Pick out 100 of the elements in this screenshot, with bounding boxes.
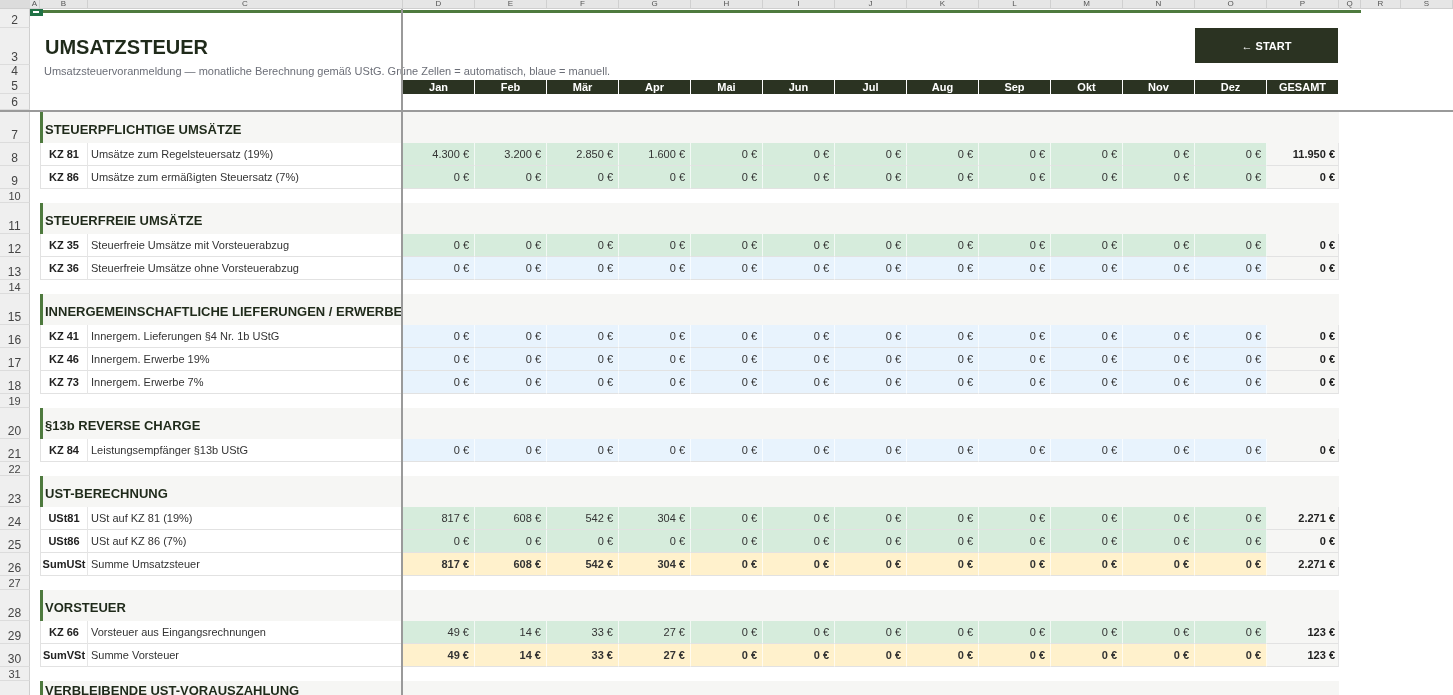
column-header[interactable]: O <box>1195 0 1267 8</box>
column-header[interactable]: B <box>40 0 88 8</box>
column-header[interactable]: A <box>30 0 40 8</box>
row-number[interactable]: 28 <box>0 590 30 621</box>
row-number[interactable]: 18 <box>0 371 30 394</box>
value-cell: 0 € <box>403 371 475 394</box>
total-cell: 0 € <box>1267 257 1339 280</box>
row-number[interactable]: 21 <box>0 439 30 462</box>
code-cell: KZ 66 <box>40 621 88 644</box>
value-cell: 0 € <box>1195 371 1267 394</box>
value-cell: 0 € <box>691 348 763 371</box>
column-header[interactable]: F <box>547 0 619 8</box>
row-number[interactable]: 22 <box>0 462 30 476</box>
column-header[interactable]: P <box>1267 0 1339 8</box>
value-cell: 0 € <box>835 143 907 166</box>
column-header[interactable]: S <box>1401 0 1453 8</box>
column-header[interactable]: K <box>907 0 979 8</box>
value-cell: 0 € <box>547 439 619 462</box>
value-cell: 0 € <box>907 257 979 280</box>
column-header[interactable]: G <box>619 0 691 8</box>
group-toggle-icon[interactable] <box>30 9 43 16</box>
row-number[interactable]: 13 <box>0 257 30 280</box>
row-number[interactable]: 17 <box>0 348 30 371</box>
column-header[interactable]: I <box>763 0 835 8</box>
value-cell: 0 € <box>907 621 979 644</box>
row-number[interactable]: 27 <box>0 576 30 590</box>
value-cell: 817 € <box>403 507 475 530</box>
value-cell: 14 € <box>475 621 547 644</box>
row-number[interactable]: 26 <box>0 553 30 576</box>
value-cell: 0 € <box>835 234 907 257</box>
value-cell: 0 € <box>763 234 835 257</box>
value-cell: 0 € <box>763 621 835 644</box>
value-cell: 0 € <box>619 348 691 371</box>
row-number[interactable]: 23 <box>0 476 30 507</box>
row-number[interactable]: 5 <box>0 78 30 94</box>
month-header: Aug <box>907 80 979 94</box>
start-button[interactable]: ← START <box>1195 28 1338 63</box>
column-header[interactable]: H <box>691 0 763 8</box>
value-cell: 0 € <box>907 166 979 189</box>
value-cell: 0 € <box>619 257 691 280</box>
value-cell: 4.300 € <box>403 143 475 166</box>
row-number[interactable]: 29 <box>0 621 30 644</box>
column-header[interactable]: E <box>475 0 547 8</box>
column-header[interactable]: R <box>1361 0 1401 8</box>
row-number[interactable]: 2 <box>0 9 30 28</box>
row-number[interactable]: 6 <box>0 94 30 110</box>
row-number[interactable]: 3 <box>0 28 30 65</box>
value-cell: 0 € <box>1195 348 1267 371</box>
value-cell: 0 € <box>1123 621 1195 644</box>
value-cell: 0 € <box>619 166 691 189</box>
column-header[interactable]: L <box>979 0 1051 8</box>
value-cell: 0 € <box>1123 257 1195 280</box>
value-cell: 0 € <box>979 530 1051 553</box>
value-cell: 0 € <box>403 166 475 189</box>
column-header[interactable]: J <box>835 0 907 8</box>
value-cell: 0 € <box>691 621 763 644</box>
value-cell: 0 € <box>1195 257 1267 280</box>
value-cell: 0 € <box>547 348 619 371</box>
code-cell: KZ 35 <box>40 234 88 257</box>
total-cell: 0 € <box>1267 166 1339 189</box>
row-number[interactable]: 12 <box>0 234 30 257</box>
column-header[interactable]: C <box>88 0 403 8</box>
section-title: VERBLEIBENDE UST-VORAUSZAHLUNG <box>40 681 403 695</box>
total-cell: 0 € <box>1267 234 1339 257</box>
row-number[interactable]: 4 <box>0 65 30 79</box>
value-cell: 0 € <box>691 530 763 553</box>
value-cell: 0 € <box>979 325 1051 348</box>
total-cell: 123 € <box>1267 621 1339 644</box>
row-number[interactable]: 19 <box>0 394 30 408</box>
column-header[interactable]: D <box>403 0 475 8</box>
value-cell: 0 € <box>763 143 835 166</box>
value-cell: 0 € <box>1051 530 1123 553</box>
section-title: §13b REVERSE CHARGE <box>40 408 403 439</box>
value-cell: 0 € <box>619 325 691 348</box>
total-cell: 11.950 € <box>1267 143 1339 166</box>
value-cell: 0 € <box>475 257 547 280</box>
row-number[interactable]: 11 <box>0 203 30 234</box>
row-number[interactable]: 15 <box>0 294 30 325</box>
value-cell: 0 € <box>1051 257 1123 280</box>
row-number[interactable]: 9 <box>0 166 30 189</box>
value-cell: 0 € <box>1051 553 1123 576</box>
value-cell: 3.200 € <box>475 143 547 166</box>
row-number[interactable]: 20 <box>0 408 30 439</box>
code-cell: USt81 <box>40 507 88 530</box>
row-number[interactable]: 24 <box>0 507 30 530</box>
column-header[interactable]: N <box>1123 0 1195 8</box>
row-number[interactable]: 16 <box>0 325 30 348</box>
row-number[interactable]: 10 <box>0 189 30 203</box>
row-number[interactable]: 30 <box>0 644 30 667</box>
column-header[interactable]: M <box>1051 0 1123 8</box>
row-number[interactable]: 25 <box>0 530 30 553</box>
total-cell: 0 € <box>1267 439 1339 462</box>
column-header[interactable]: Q <box>1339 0 1361 8</box>
value-cell: 542 € <box>547 507 619 530</box>
row-number[interactable]: 31 <box>0 667 30 681</box>
row-number[interactable]: 14 <box>0 280 30 294</box>
section-title: VORSTEUER <box>40 590 403 621</box>
row-number[interactable]: 8 <box>0 143 30 166</box>
month-header: Nov <box>1123 80 1195 94</box>
row-number[interactable]: 7 <box>0 112 30 143</box>
